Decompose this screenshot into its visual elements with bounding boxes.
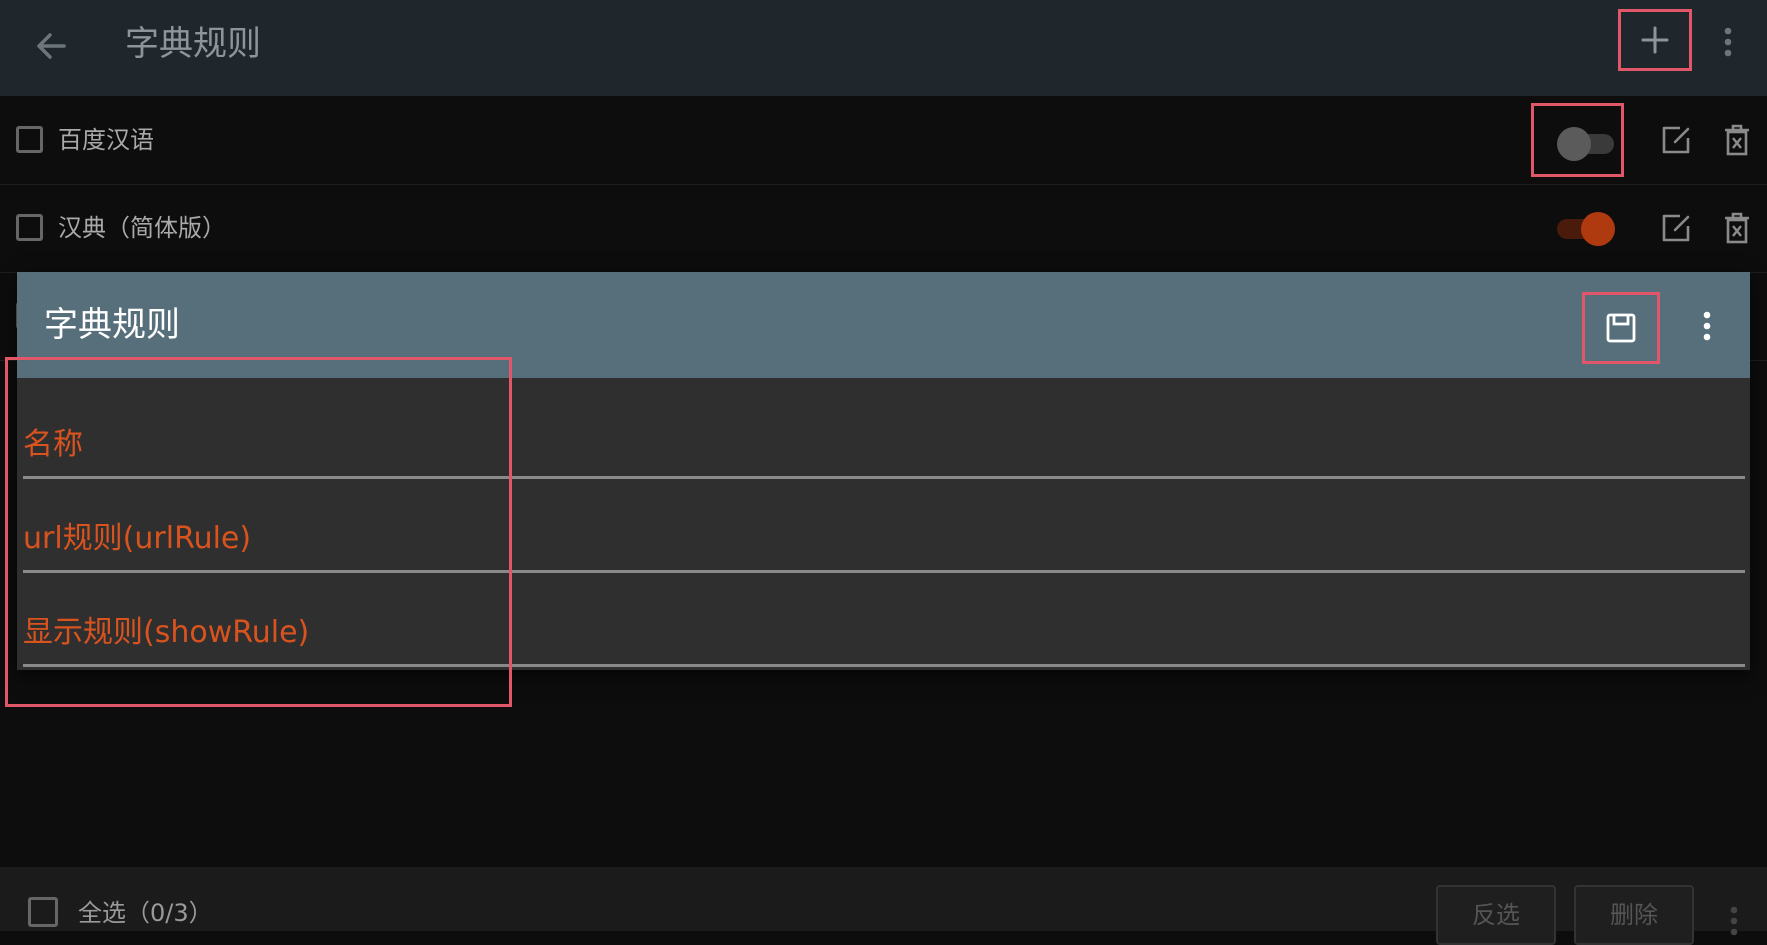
delete-rule-button[interactable] — [1720, 122, 1754, 158]
bottom-more-button[interactable] — [1724, 901, 1744, 941]
rule-enable-switch[interactable] — [1531, 103, 1624, 177]
dialog-title: 字典规则 — [44, 305, 180, 345]
app-bar: 字典规则 — [0, 0, 1767, 96]
switch-knob — [1557, 127, 1591, 161]
select-all-label: 全选（0/3） — [78, 899, 213, 927]
plus-icon — [1641, 26, 1669, 54]
delete-rule-button[interactable] — [1720, 210, 1754, 246]
rule-name: 汉典（简体版） — [58, 214, 226, 242]
annotation-box — [5, 357, 512, 707]
rule-checkbox[interactable] — [16, 214, 43, 241]
add-rule-button[interactable] — [1618, 9, 1692, 71]
more-options-button[interactable] — [1718, 22, 1738, 62]
edit-icon — [1662, 126, 1690, 154]
arrow-left-icon — [37, 33, 66, 59]
edit-rule-button[interactable] — [1658, 122, 1694, 158]
switch-knob — [1581, 212, 1615, 246]
edit-rule-button[interactable] — [1658, 210, 1694, 246]
save-button[interactable] — [1582, 292, 1660, 364]
page-title: 字典规则 — [125, 24, 261, 64]
edit-icon — [1662, 214, 1690, 242]
more-vertical-icon — [1703, 311, 1711, 341]
rule-enable-switch[interactable] — [1531, 191, 1624, 265]
rule-row[interactable]: 百度汉语 — [0, 96, 1767, 185]
rule-row[interactable]: 汉典（简体版） — [0, 184, 1767, 273]
delete-selected-button[interactable]: 删除 — [1574, 885, 1694, 945]
save-icon — [1606, 313, 1636, 343]
invert-selection-button[interactable]: 反选 — [1436, 885, 1556, 945]
dialog-more-button[interactable] — [1697, 306, 1717, 346]
back-button[interactable] — [30, 24, 74, 68]
trash-icon — [1725, 212, 1749, 244]
more-vertical-icon — [1730, 906, 1738, 936]
select-all-checkbox[interactable] — [28, 897, 58, 927]
more-vertical-icon — [1724, 27, 1732, 57]
rule-name: 百度汉语 — [58, 126, 154, 154]
trash-icon — [1725, 124, 1749, 156]
bottom-bar: 全选（0/3） 反选 删除 — [0, 867, 1767, 945]
rule-checkbox[interactable] — [16, 126, 43, 153]
